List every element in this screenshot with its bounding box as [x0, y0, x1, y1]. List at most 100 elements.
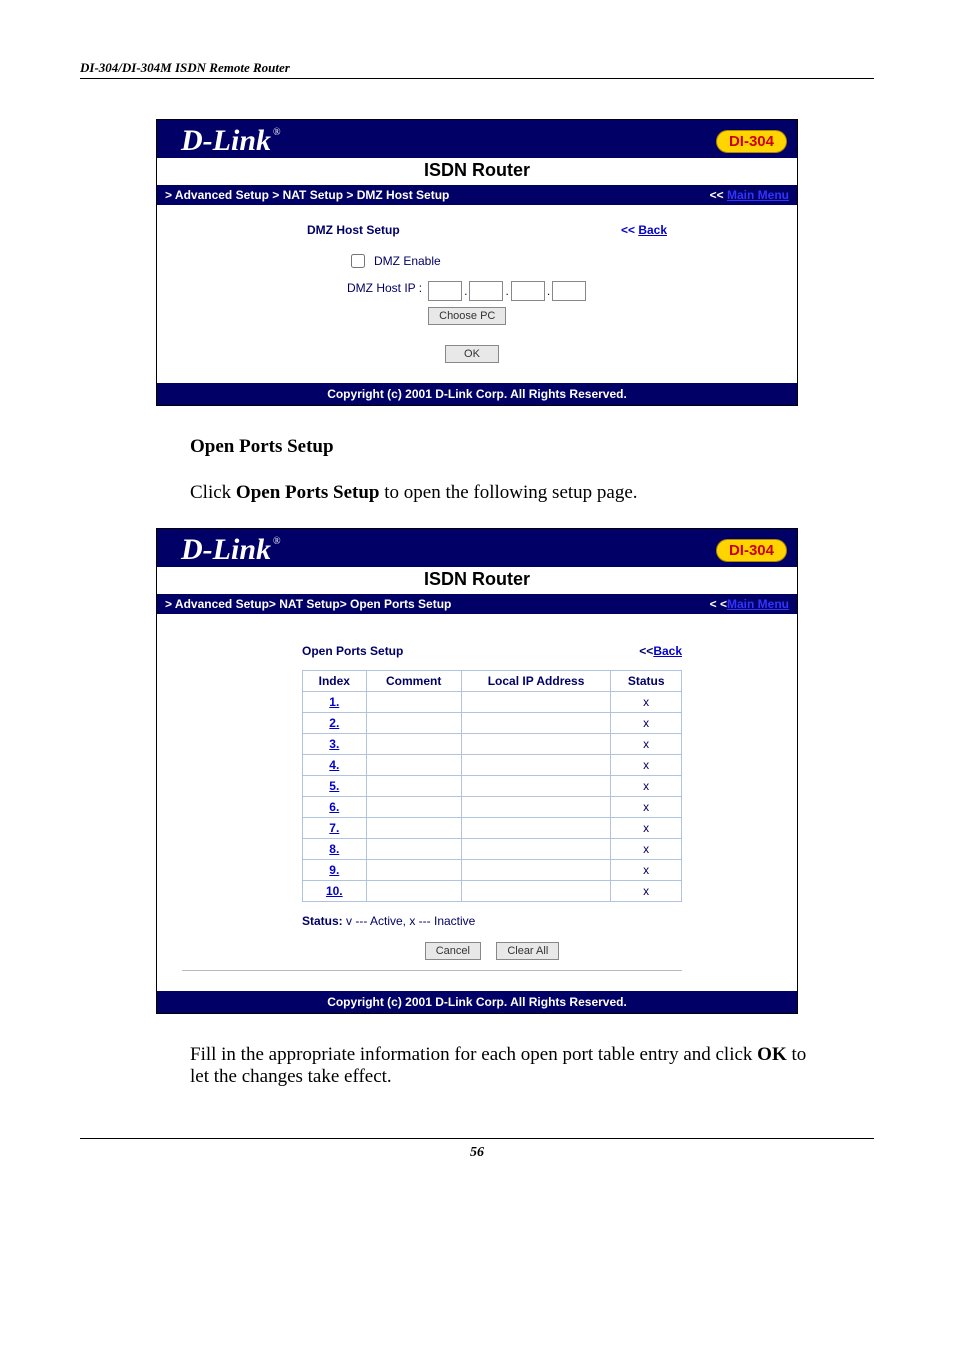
cell-index: 1.: [303, 692, 367, 713]
cell-index: 9.: [303, 860, 367, 881]
registered-mark: ®: [273, 127, 281, 138]
table-row: 6.x: [303, 797, 682, 818]
cell-status: x: [611, 881, 682, 902]
cell-local-ip: [461, 776, 611, 797]
header-rule: [80, 78, 874, 79]
breadcrumb: > Advanced Setup> NAT Setup> Open Ports …: [157, 594, 797, 614]
main-menu-link[interactable]: Main Menu: [727, 188, 789, 202]
breadcrumb: > Advanced Setup > NAT Setup > DMZ Host …: [157, 185, 797, 205]
brand-text: D-Link: [181, 124, 271, 158]
table-row: 10. x: [303, 881, 682, 902]
col-comment: Comment: [366, 671, 461, 692]
main-menu-prefix: <<: [710, 188, 727, 202]
intro-prefix: Click: [190, 482, 236, 503]
cell-index: 6.: [303, 797, 367, 818]
intro-paragraph: Click Open Ports Setup to open the follo…: [190, 482, 824, 504]
index-link[interactable]: 6.: [329, 800, 339, 814]
index-link[interactable]: 5.: [329, 779, 339, 793]
table-row: 3.x: [303, 734, 682, 755]
cell-comment: [366, 755, 461, 776]
clear-all-button[interactable]: Clear All: [496, 942, 559, 960]
cell-status: x: [611, 776, 682, 797]
cancel-button[interactable]: Cancel: [425, 942, 481, 960]
model-badge: DI-304: [716, 130, 787, 153]
index-link[interactable]: 1.: [329, 695, 339, 709]
cell-status: x: [611, 692, 682, 713]
cell-comment: [366, 776, 461, 797]
brand-text: D-Link: [181, 533, 271, 567]
cell-comment: [366, 839, 461, 860]
ip-octet-4[interactable]: [552, 281, 586, 301]
ip-dot: .: [547, 284, 550, 298]
cell-comment: [366, 881, 461, 902]
cell-local-ip: [461, 818, 611, 839]
main-menu-link-wrap[interactable]: < <Main Menu: [710, 597, 789, 611]
outro-paragraph: Fill in the appropriate information for …: [190, 1044, 824, 1088]
ip-dot: .: [464, 284, 467, 298]
cell-index: 4.: [303, 755, 367, 776]
cell-comment: [366, 692, 461, 713]
copyright-bar: Copyright (c) 2001 D-Link Corp. All Righ…: [157, 383, 797, 405]
router-title: ISDN Router: [157, 158, 797, 185]
cell-comment: [366, 860, 461, 881]
status-legend: Status: v --- Active, x --- Inactive: [302, 914, 757, 928]
cell-local-ip: [461, 797, 611, 818]
cell-local-ip: [461, 881, 611, 902]
main-menu-link[interactable]: Main Menu: [727, 597, 789, 611]
index-link[interactable]: 7.: [329, 821, 339, 835]
cell-index: 2.: [303, 713, 367, 734]
cell-index: 7.: [303, 818, 367, 839]
page-number: 56: [80, 1145, 874, 1161]
col-localip: Local IP Address: [461, 671, 611, 692]
index-link[interactable]: 8.: [329, 842, 339, 856]
dmz-host-ip-label: DMZ Host IP :: [347, 281, 422, 295]
back-link-wrap[interactable]: <<Back: [639, 644, 682, 658]
table-row: 4.x: [303, 755, 682, 776]
cell-index: 5.: [303, 776, 367, 797]
breadcrumb-path: > Advanced Setup > NAT Setup > DMZ Host …: [165, 188, 449, 202]
brand-logo: D-Link®: [167, 533, 281, 567]
registered-mark: ®: [273, 536, 281, 547]
cell-status: x: [611, 818, 682, 839]
back-link-wrap[interactable]: << Back: [621, 223, 667, 237]
choose-pc-button[interactable]: Choose PC: [428, 307, 506, 325]
index-link[interactable]: 10.: [326, 884, 343, 898]
cell-index: 8.: [303, 839, 367, 860]
open-ports-table: Index Comment Local IP Address Status 1.…: [302, 670, 682, 902]
outro-bold: OK: [757, 1044, 787, 1065]
cell-local-ip: [461, 692, 611, 713]
router-title: ISDN Router: [157, 567, 797, 594]
breadcrumb-path: > Advanced Setup> NAT Setup> Open Ports …: [165, 597, 451, 611]
ip-octet-2[interactable]: [469, 281, 503, 301]
table-row: 2. x: [303, 713, 682, 734]
cell-comment: [366, 797, 461, 818]
ip-octet-3[interactable]: [511, 281, 545, 301]
cell-index: 3.: [303, 734, 367, 755]
intro-bold: Open Ports Setup: [236, 482, 380, 503]
dmz-enable-checkbox[interactable]: [351, 254, 365, 268]
cell-index: 10.: [303, 881, 367, 902]
col-index: Index: [303, 671, 367, 692]
cell-local-ip: [461, 860, 611, 881]
index-link[interactable]: 3.: [329, 737, 339, 751]
main-menu-link-wrap[interactable]: << Main Menu: [710, 188, 789, 202]
section-title: Open Ports Setup: [302, 644, 403, 658]
status-legend-label: Status:: [302, 914, 343, 928]
section-title: DMZ Host Setup: [307, 223, 400, 237]
index-link[interactable]: 9.: [329, 863, 339, 877]
screenshot-open-ports: D-Link® DI-304 ISDN Router > Advanced Se…: [156, 528, 798, 1014]
copyright-bar: Copyright (c) 2001 D-Link Corp. All Righ…: [157, 991, 797, 1013]
section-heading: Open Ports Setup: [190, 436, 824, 458]
screenshot-dmz: D-Link® DI-304 ISDN Router > Advanced Se…: [156, 119, 798, 406]
cell-status: x: [611, 713, 682, 734]
back-prefix: <<: [621, 223, 638, 237]
back-link[interactable]: Back: [638, 223, 667, 237]
table-row: 1. x: [303, 692, 682, 713]
intro-suffix: to open the following setup page.: [380, 482, 638, 503]
back-link[interactable]: Back: [653, 644, 682, 658]
table-row: 8.x: [303, 839, 682, 860]
ok-button[interactable]: OK: [445, 345, 499, 363]
index-link[interactable]: 2.: [329, 716, 339, 730]
ip-octet-1[interactable]: [428, 281, 462, 301]
index-link[interactable]: 4.: [329, 758, 339, 772]
